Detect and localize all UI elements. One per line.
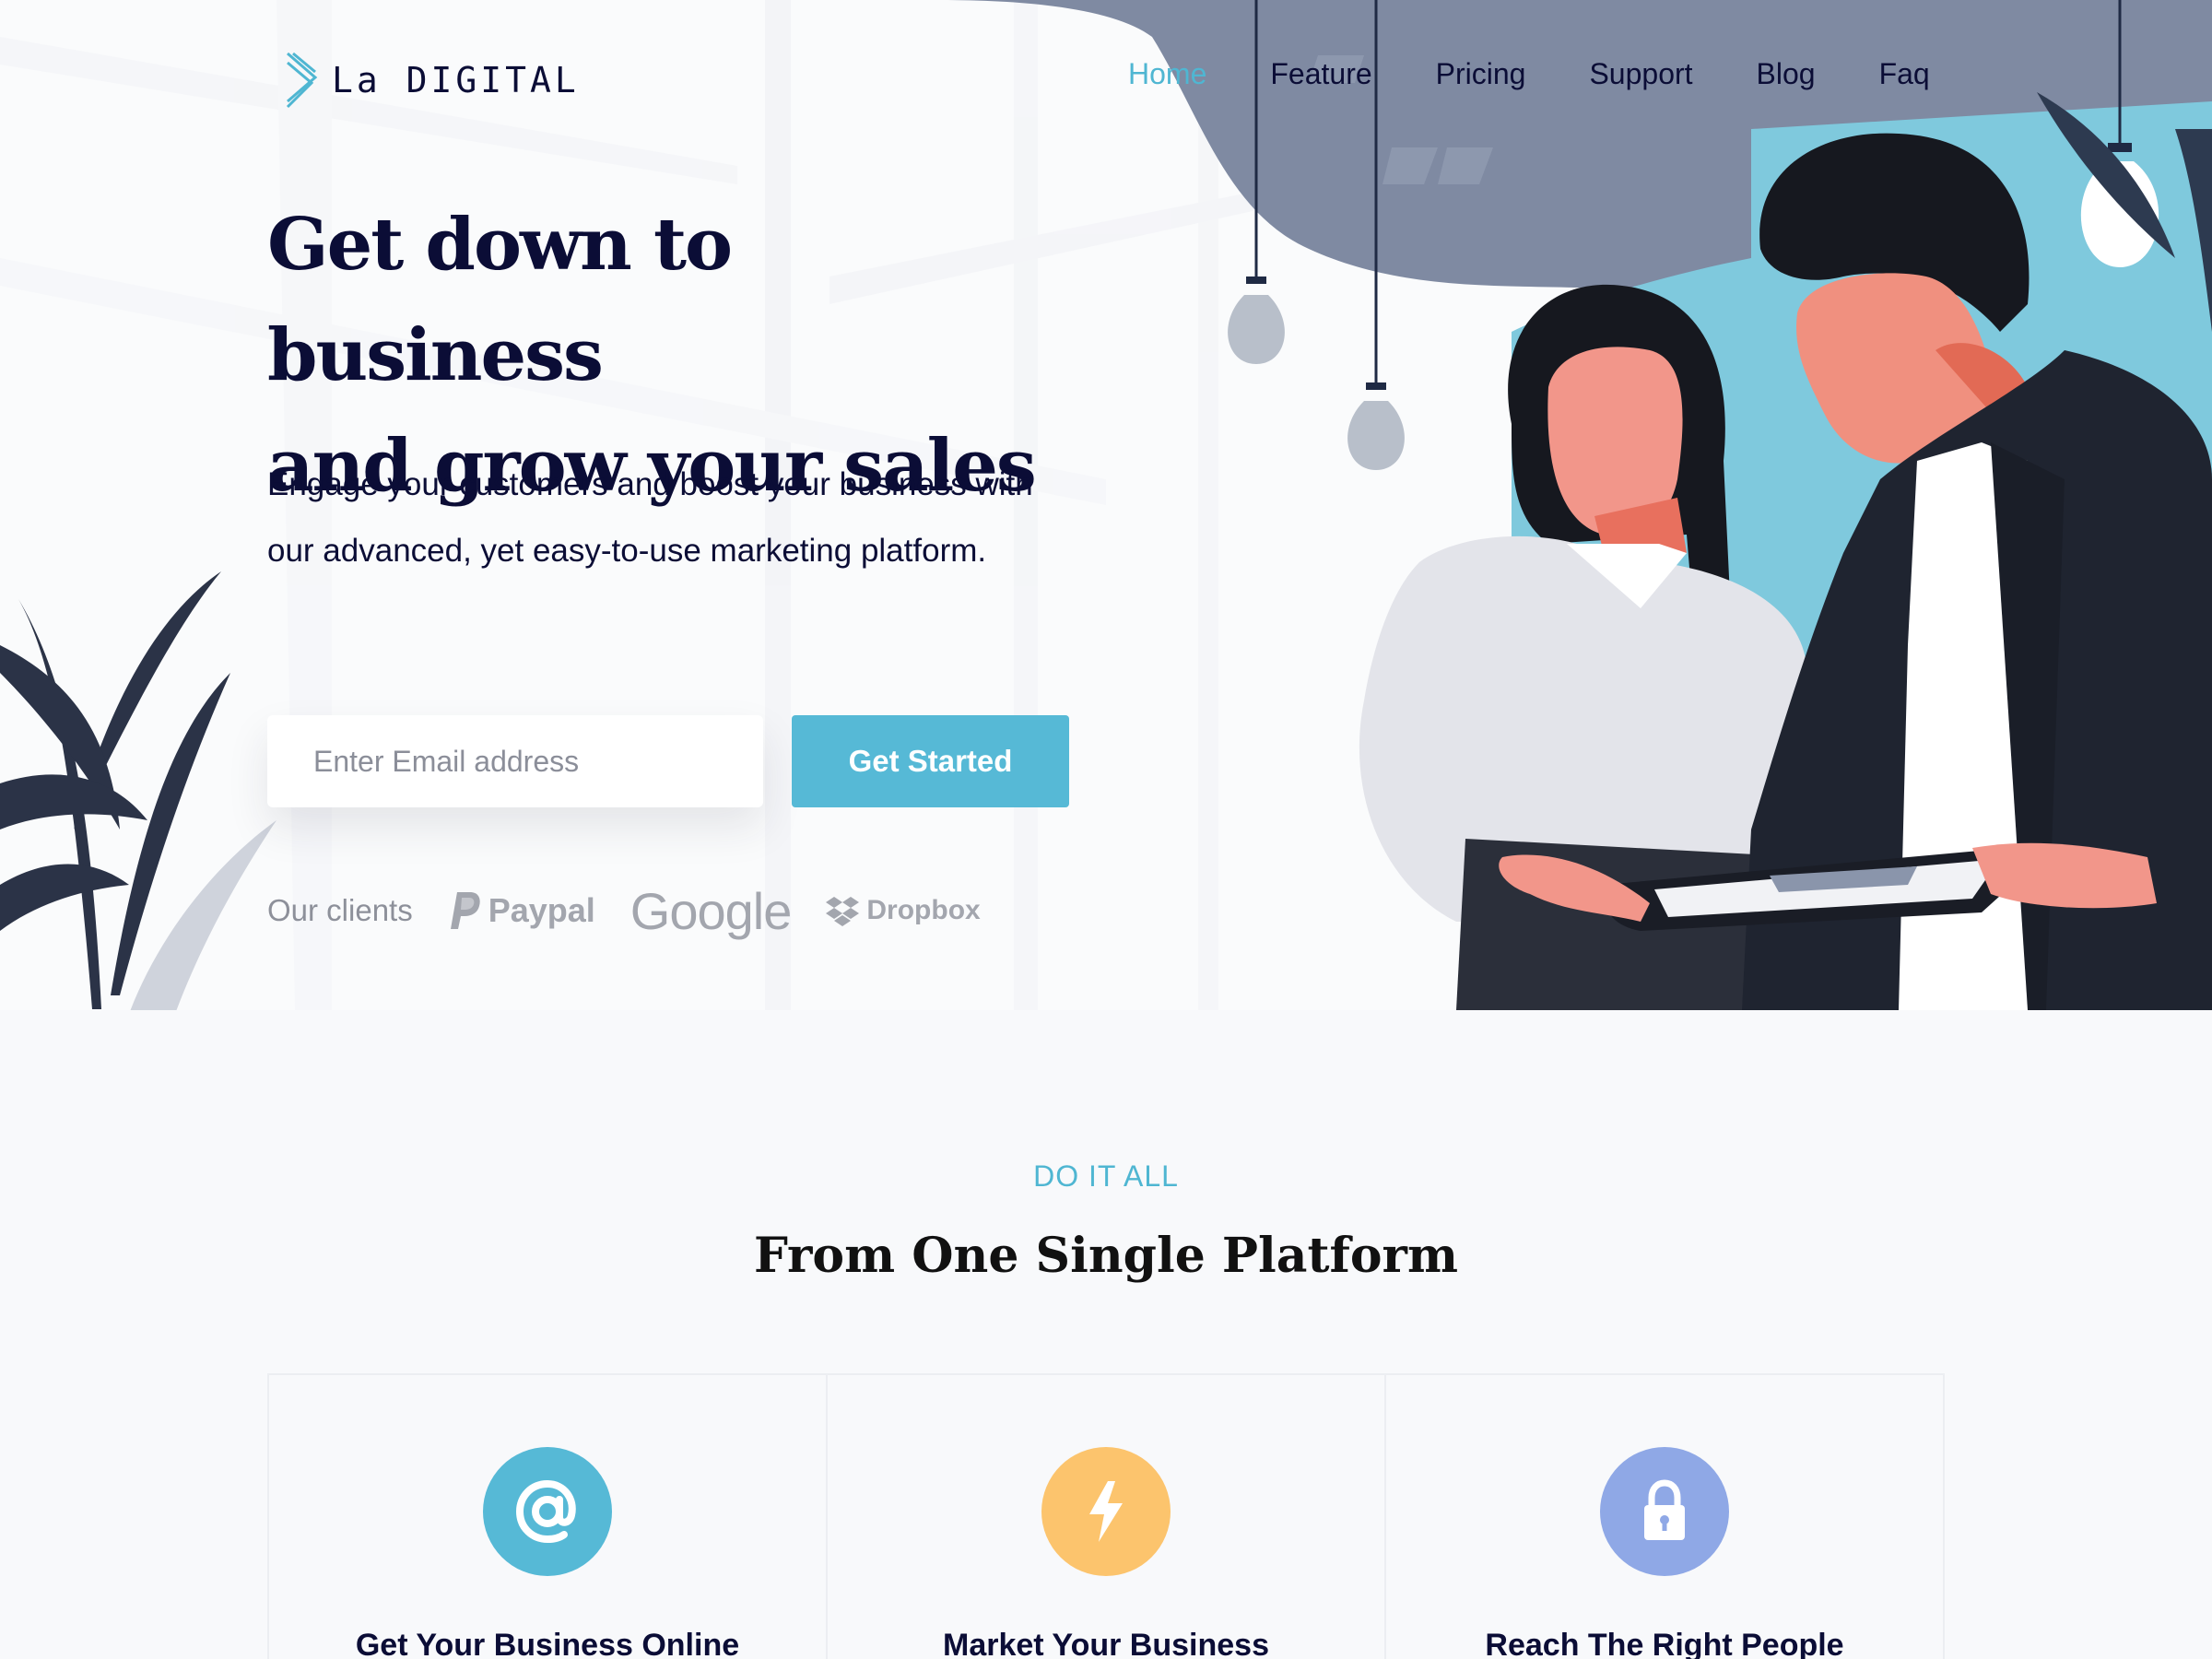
hero-section: La DIGITAL Home Feature Pricing Support … (0, 0, 2212, 1010)
google-wordmark: Google (629, 881, 793, 940)
nav-item-pricing[interactable]: Pricing (1436, 57, 1526, 91)
brand-logo[interactable]: La DIGITAL (284, 50, 580, 111)
feature-card: Get Your Business Online (269, 1375, 828, 1659)
client-paypal: Paypal (450, 890, 595, 931)
nav-item-home[interactable]: Home (1128, 57, 1206, 91)
email-field[interactable] (313, 744, 737, 779)
feature-card-title: Market Your Business (943, 1628, 1269, 1659)
nav-item-feature[interactable]: Feature (1270, 57, 1371, 91)
at-sign-icon (483, 1447, 612, 1576)
lock-icon (1600, 1447, 1729, 1576)
client-paypal-label: Paypal (488, 891, 595, 929)
features-eyebrow: DO IT ALL (1033, 1159, 1179, 1193)
client-dropbox-label: Dropbox (866, 895, 981, 925)
clients-label: Our clients (267, 893, 413, 927)
email-field-wrapper (267, 715, 763, 807)
paypal-icon (450, 892, 480, 929)
hero-headline-line-1: Get down to business (267, 203, 733, 397)
decorative-palm-icon (0, 571, 276, 1010)
feature-cards: Get Your Business Online Market Your Bus… (267, 1373, 1945, 1659)
logo-mark-icon (286, 52, 318, 109)
main-nav: Home Feature Pricing Support Blog Faq (1128, 57, 1930, 91)
dropbox-icon (826, 897, 860, 926)
clients-row: Our clients Paypal Google Dropbox (267, 881, 1016, 941)
client-google: Google (629, 881, 793, 941)
feature-card-title: Get Your Business Online (355, 1628, 740, 1659)
lightning-bolt-icon (1041, 1447, 1171, 1576)
brand-name: La DIGITAL (332, 60, 580, 100)
features-section: DO IT ALL From One Single Platform Get Y… (0, 1010, 2212, 1659)
nav-item-faq[interactable]: Faq (1879, 57, 1930, 91)
hero-subtext: Engage your customers and boost your bus… (267, 466, 1033, 569)
nav-item-support[interactable]: Support (1589, 57, 1692, 91)
features-title: From One Single Platform (754, 1228, 1458, 1284)
client-dropbox: Dropbox (826, 895, 981, 926)
feature-card: Reach The Right People (1386, 1375, 1943, 1659)
get-started-button[interactable]: Get Started (792, 715, 1069, 807)
feature-card-title: Reach The Right People (1485, 1628, 1844, 1659)
nav-item-blog[interactable]: Blog (1757, 57, 1816, 91)
feature-card: Market Your Business (828, 1375, 1386, 1659)
